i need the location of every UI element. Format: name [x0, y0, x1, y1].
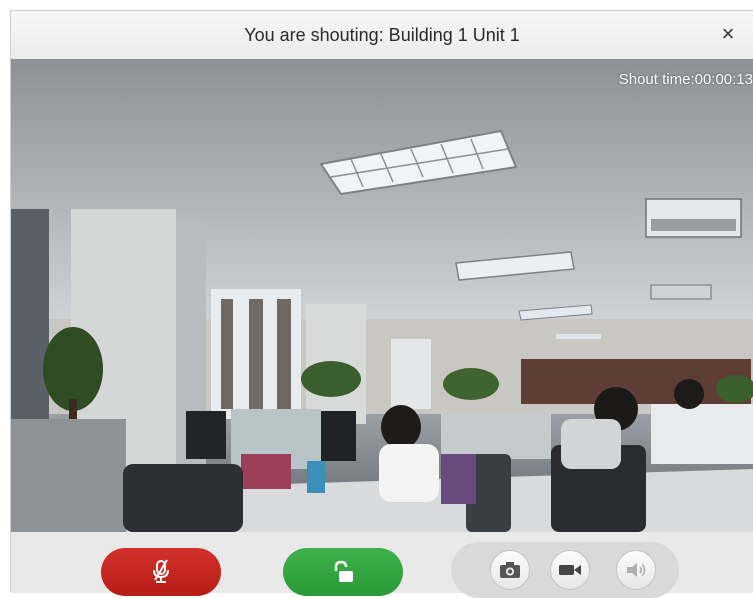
office-camera-image — [11, 59, 753, 532]
unlock-icon — [334, 560, 353, 582]
close-button[interactable]: × — [717, 23, 739, 45]
unlock-door-button[interactable] — [283, 548, 403, 596]
microphone-muted-icon — [153, 559, 169, 583]
volume-button[interactable] — [616, 550, 656, 590]
shout-dialog: You are shouting: Building 1 Unit 1 × Sh… — [10, 10, 753, 598]
video-camera-icon — [559, 565, 581, 575]
video-feed: Shout time:00:00:13 — [11, 59, 753, 532]
camera-icon — [500, 562, 520, 578]
media-controls-group — [451, 542, 679, 598]
mute-microphone-button[interactable] — [101, 548, 221, 596]
snapshot-button[interactable] — [490, 550, 530, 590]
control-toolbar — [11, 532, 753, 598]
shout-time-label: Shout time:00:00:13 — [618, 71, 753, 88]
dialog-title: You are shouting: Building 1 Unit 1 — [244, 25, 520, 45]
record-button[interactable] — [550, 550, 590, 590]
title-bar: You are shouting: Building 1 Unit 1 × — [11, 11, 753, 60]
speaker-icon — [627, 563, 646, 577]
